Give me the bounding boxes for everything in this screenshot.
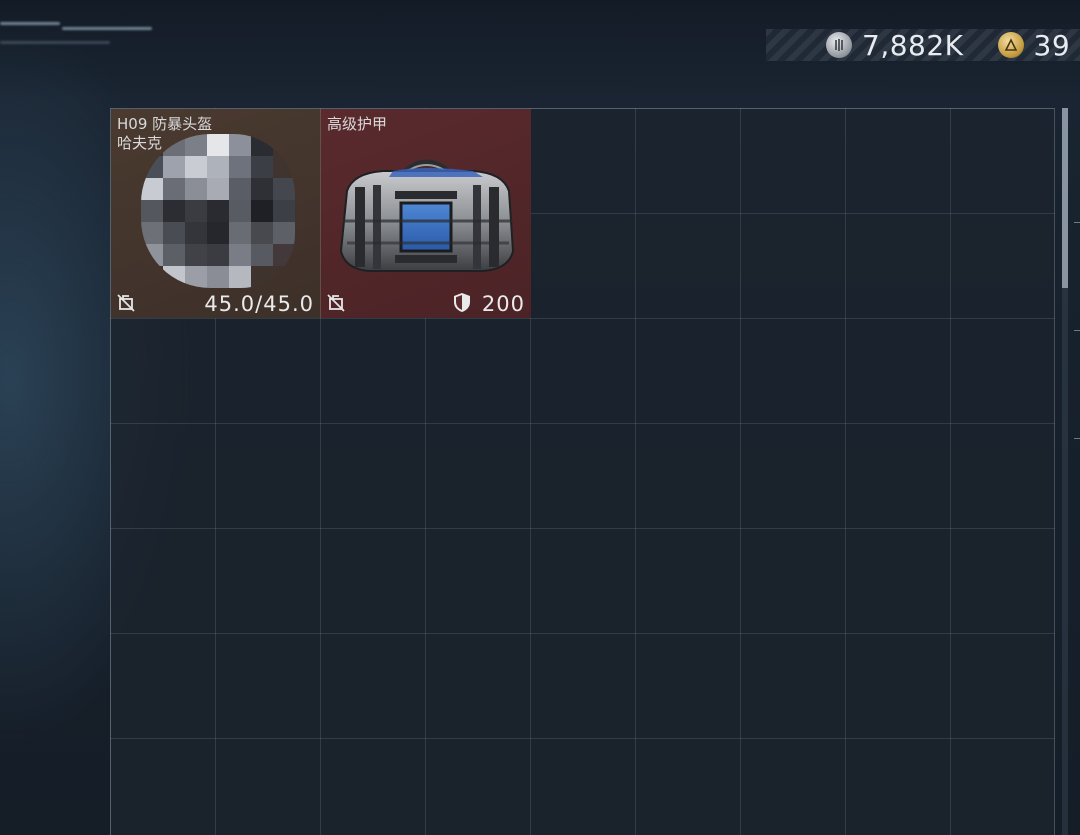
- no-trade-icon: [327, 294, 345, 312]
- shield-icon: [454, 293, 470, 312]
- gold-currency-value: 39: [1033, 28, 1071, 62]
- gold-coin-icon: [997, 32, 1024, 58]
- background-light-streak: [0, 14, 160, 54]
- helmet-icon: [141, 134, 295, 288]
- silver-coin-icon: [826, 32, 852, 58]
- no-trade-icon: [117, 294, 135, 312]
- armored-bag-icon: [339, 159, 515, 272]
- inventory-item-armor[interactable]: 高级护甲 200: [321, 109, 531, 318]
- currency-bar: 7,882K 39: [766, 28, 1080, 62]
- item-name: H09 防暴头盔: [117, 115, 213, 133]
- item-brand: 哈夫克: [117, 134, 163, 152]
- scrollbar-thumb[interactable]: [1062, 108, 1068, 288]
- item-durability: 45.0/45.0: [204, 292, 314, 316]
- silver-currency-value: 7,882K: [862, 28, 964, 62]
- inventory-item-helmet[interactable]: H09 防暴头盔 哈夫克 45.0/45.0: [111, 109, 321, 318]
- item-armor-value: 200: [481, 292, 525, 316]
- inventory-scrollbar[interactable]: [1062, 108, 1068, 835]
- item-name: 高级护甲: [327, 115, 388, 133]
